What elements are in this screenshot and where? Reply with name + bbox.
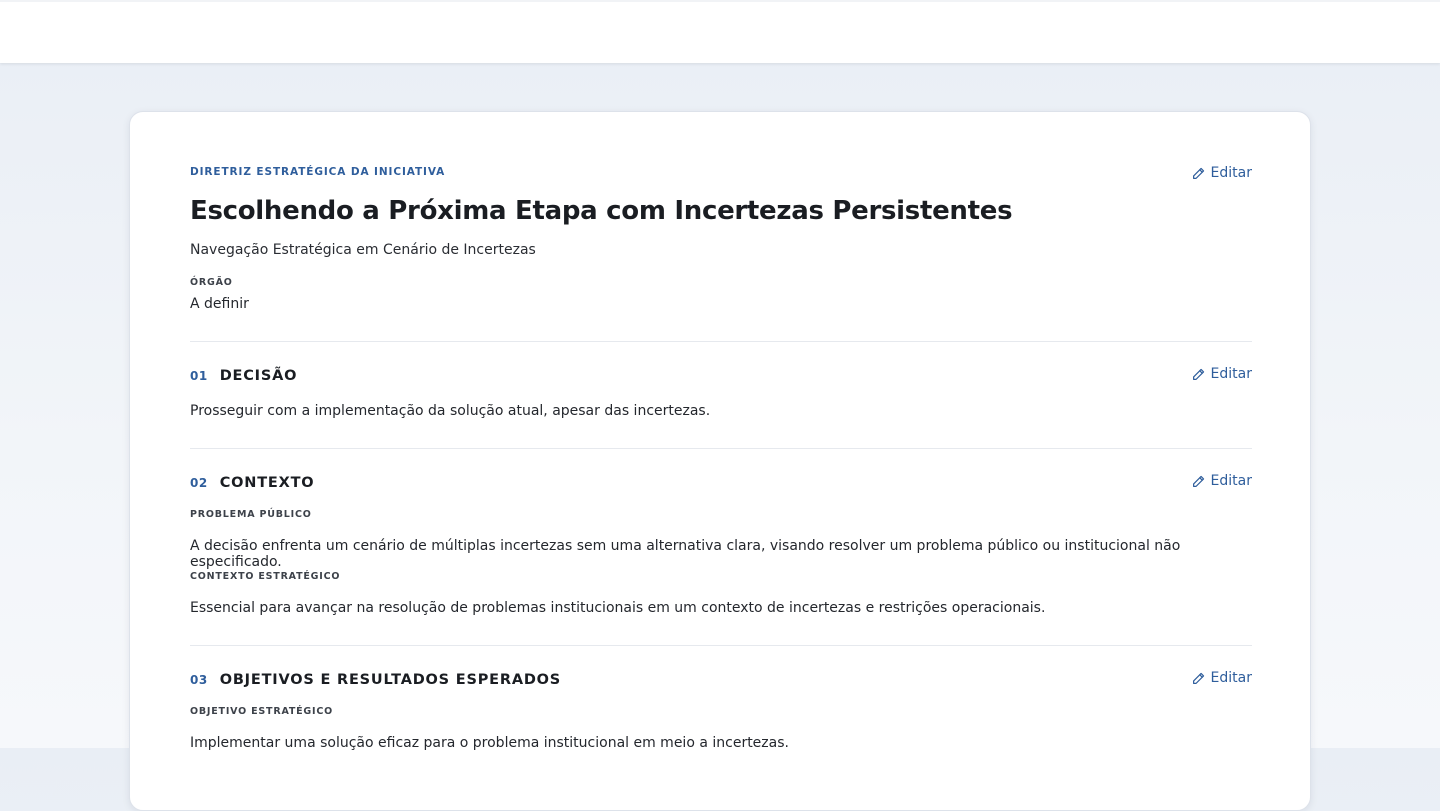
edit-decisao-button[interactable]: Editar [1192,366,1252,382]
edit-label: Editar [1210,670,1252,686]
orgao-label: ÓRGÃO [190,277,233,288]
pencil-icon [1192,475,1204,487]
top-bar [0,0,1440,63]
edit-label: Editar [1210,473,1252,489]
decisao-text: Prosseguir com a implementação da soluçã… [190,403,711,419]
directive-card: Editar DIRETRIZ ESTRATÉGICA DA INICIATIV… [129,111,1311,811]
problema-publico-text: A decisão enfrenta um cenário de múltipl… [190,538,1181,570]
problema-publico-label: PROBLEMA PÚBLICO [190,509,312,520]
pencil-icon [1192,672,1204,684]
edit-header-button[interactable]: Editar [1192,165,1252,181]
contexto-estrategico-label: CONTEXTO ESTRATÉGICO [190,571,341,582]
contexto-estrategico-text: Essencial para avançar na resolução de p… [190,600,1046,616]
divider [190,448,1252,449]
objetivo-estrategico-text: Implementar uma solução eficaz para o pr… [190,735,789,751]
section-number: 03 [190,673,208,687]
pencil-icon [1192,167,1204,179]
divider [190,645,1252,646]
orgao-value: A definir [190,296,249,312]
section-title: DECISÃO [219,368,298,384]
section-number: 01 [190,369,208,383]
section-title: OBJETIVOS E RESULTADOS ESPERADOS [219,672,562,688]
divider [190,341,1252,342]
overline: DIRETRIZ ESTRATÉGICA DA INICIATIVA [190,166,446,178]
section-objetivos-header: 03 OBJETIVOS E RESULTADOS ESPERADOS [190,672,561,688]
edit-label: Editar [1210,366,1252,382]
section-title: CONTEXTO [219,475,315,491]
pencil-icon [1192,368,1204,380]
section-decisao-header: 01 DECISÃO [190,368,297,384]
section-contexto-header: 02 CONTEXTO [190,475,314,491]
edit-label: Editar [1210,165,1252,181]
objetivo-estrategico-label: OBJETIVO ESTRATÉGICO [190,706,334,717]
edit-contexto-button[interactable]: Editar [1192,473,1252,489]
page-title: Escolhendo a Próxima Etapa com Incerteza… [190,196,1013,226]
edit-objetivos-button[interactable]: Editar [1192,670,1252,686]
page-subtitle: Navegação Estratégica em Cenário de Ince… [190,242,536,258]
section-number: 02 [190,476,208,490]
